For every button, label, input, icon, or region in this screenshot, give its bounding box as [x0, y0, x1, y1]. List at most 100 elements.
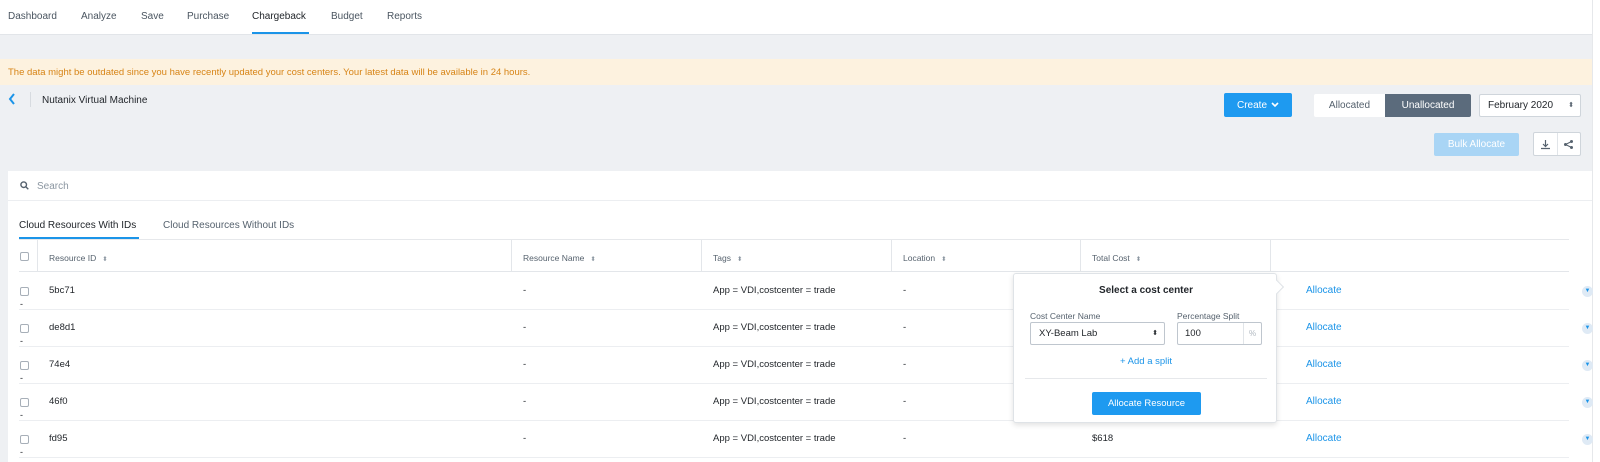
resource-cost: $618: [1092, 433, 1114, 444]
cost-center-value: XY-Beam Lab: [1039, 328, 1098, 339]
resource-tags: App = VDI,costcenter = trade: [713, 433, 836, 444]
col-total-cost[interactable]: Total Cost ⬍: [1092, 253, 1141, 263]
bulk-allocate-button[interactable]: Bulk Allocate: [1434, 133, 1519, 156]
column-divider: [701, 240, 702, 272]
sort-icon: ⬍: [941, 256, 947, 263]
unallocated-tab[interactable]: Unallocated: [1385, 94, 1471, 117]
breadcrumb: Nutanix Virtual Machine: [42, 95, 148, 106]
expand-chevron-icon[interactable]: ▼: [1582, 286, 1593, 297]
nav-budget[interactable]: Budget: [331, 11, 363, 22]
nav-analyze[interactable]: Analyze: [81, 11, 117, 22]
column-divider: [891, 240, 892, 272]
row-checkbox[interactable]: [20, 361, 29, 370]
allocate-link[interactable]: Allocate: [1306, 396, 1342, 407]
row-sub: -: [20, 336, 23, 346]
table-row: - 46f0 - App = VDI,costcenter = trade - …: [19, 384, 1593, 421]
column-divider: [1080, 240, 1081, 272]
expand-chevron-icon[interactable]: ▼: [1582, 397, 1593, 408]
popover-title: Select a cost center: [1099, 285, 1193, 296]
resource-location: -: [903, 285, 907, 296]
active-tab-indicator: [19, 237, 139, 239]
allocate-link[interactable]: Allocate: [1306, 285, 1342, 296]
column-divider: [1270, 240, 1271, 272]
percentage-split-input[interactable]: 100 %: [1177, 322, 1262, 345]
col-label: Resource Name: [523, 253, 585, 263]
col-label: Tags: [713, 253, 731, 263]
search-input[interactable]: Search: [37, 181, 69, 192]
select-arrows-icon: ⬍: [1568, 102, 1574, 109]
row-checkbox[interactable]: [20, 287, 29, 296]
percent-unit: %: [1243, 323, 1261, 344]
create-label: Create: [1236, 99, 1267, 111]
column-divider: [511, 240, 512, 272]
allocate-link[interactable]: Allocate: [1306, 433, 1342, 444]
table-header: Resource ID ⬍ Resource Name ⬍ Tags ⬍ Locati…: [19, 240, 1569, 272]
tab-with-ids[interactable]: Cloud Resources With IDs: [19, 220, 136, 231]
resource-name: -: [523, 433, 527, 444]
nav-chargeback[interactable]: Chargeback: [252, 11, 306, 22]
active-nav-indicator: [252, 32, 309, 34]
col-resource-name[interactable]: Resource Name ⬍: [523, 253, 596, 263]
row-sub: -: [20, 410, 23, 420]
column-divider: [37, 240, 38, 272]
share-icon[interactable]: [1556, 133, 1580, 155]
percentage-split-value: 100: [1185, 328, 1201, 339]
row-sub: -: [20, 373, 23, 383]
resource-name: -: [523, 359, 527, 370]
table-row: - fd95 - App = VDI,costcenter = trade - …: [19, 421, 1593, 458]
expand-chevron-icon[interactable]: ▼: [1582, 434, 1593, 445]
allocation-toggle: Allocated Unallocated: [1314, 94, 1471, 117]
search-icon: [20, 181, 29, 190]
download-icon[interactable]: [1534, 133, 1557, 155]
resource-tags: App = VDI,costcenter = trade: [713, 285, 836, 296]
col-location[interactable]: Location ⬍: [903, 253, 947, 263]
resource-id: fd95: [49, 433, 68, 444]
expand-chevron-icon[interactable]: ▼: [1582, 360, 1593, 371]
chevron-down-icon: [1271, 102, 1279, 108]
add-split-link[interactable]: + Add a split: [1014, 356, 1278, 367]
export-actions: [1533, 132, 1581, 156]
divider: [1025, 378, 1267, 379]
nav-purchase[interactable]: Purchase: [187, 11, 229, 22]
resource-name: -: [523, 285, 527, 296]
resource-location: -: [903, 359, 907, 370]
col-label: Total Cost: [1092, 253, 1130, 263]
top-nav: Dashboard Analyze Save Purchase Chargeba…: [0, 0, 1600, 35]
nav-dashboard[interactable]: Dashboard: [8, 11, 57, 22]
search-bar[interactable]: Search: [8, 171, 1592, 201]
month-select[interactable]: February 2020 ⬍: [1479, 94, 1581, 117]
select-all-checkbox[interactable]: [20, 252, 29, 261]
back-chevron-icon[interactable]: [8, 93, 20, 105]
row-checkbox[interactable]: [20, 324, 29, 333]
nav-reports[interactable]: Reports: [387, 11, 422, 22]
cost-center-select[interactable]: XY-Beam Lab ⬍: [1030, 322, 1165, 345]
create-button[interactable]: Create: [1224, 93, 1292, 117]
resource-tags: App = VDI,costcenter = trade: [713, 359, 836, 370]
warning-banner: The data might be outdated since you hav…: [0, 59, 1592, 85]
resource-id: de8d1: [49, 322, 76, 333]
month-value: February 2020: [1488, 100, 1554, 111]
table-row: - 5bc71 - App = VDI,costcenter = trade -…: [19, 273, 1593, 310]
resource-tags: App = VDI,costcenter = trade: [713, 396, 836, 407]
allocate-link[interactable]: Allocate: [1306, 359, 1342, 370]
resource-location: -: [903, 396, 907, 407]
allocate-resource-button[interactable]: Allocate Resource: [1092, 392, 1201, 415]
sort-icon: ⬍: [736, 256, 743, 263]
col-resource-id[interactable]: Resource ID ⬍: [49, 253, 108, 263]
resource-id: 74e4: [49, 359, 71, 370]
resource-id: 46f0: [49, 396, 68, 407]
col-label: Resource ID: [49, 253, 97, 263]
scrollbar[interactable]: [1592, 0, 1600, 462]
allocated-tab[interactable]: Allocated: [1314, 94, 1385, 117]
row-checkbox[interactable]: [20, 398, 29, 407]
col-tags[interactable]: Tags ⬍: [713, 253, 742, 263]
warning-text: The data might be outdated since you hav…: [8, 67, 531, 78]
tab-without-ids[interactable]: Cloud Resources Without IDs: [163, 220, 294, 231]
row-checkbox[interactable]: [20, 435, 29, 444]
expand-chevron-icon[interactable]: ▼: [1582, 323, 1593, 334]
allocate-link[interactable]: Allocate: [1306, 322, 1342, 333]
resource-id: 5bc71: [49, 285, 75, 296]
nav-save[interactable]: Save: [141, 11, 164, 22]
cost-center-label: Cost Center Name: [1030, 311, 1101, 321]
percentage-split-label: Percentage Split: [1177, 311, 1240, 321]
